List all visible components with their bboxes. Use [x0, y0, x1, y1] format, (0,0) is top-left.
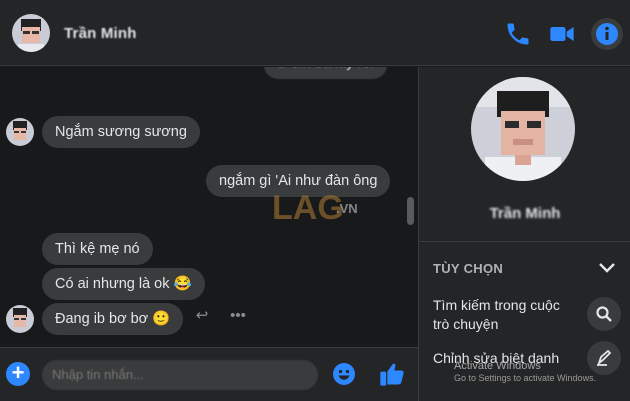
message-bubble-incoming[interactable]: Đang ib bơ bơ 🙂: [42, 303, 184, 335]
plus-icon[interactable]: +: [6, 362, 30, 386]
message-bubble-outgoing[interactable]: ừ em ba lay roi: [264, 67, 387, 79]
phone-icon[interactable]: [504, 20, 532, 48]
windows-activation-title: Activate Windows: [454, 360, 541, 372]
message-input[interactable]: Nhập tin nhắn...: [42, 360, 318, 390]
message-bubble-incoming[interactable]: Thì kệ mẹ nó: [42, 233, 153, 265]
emoji-icon[interactable]: [332, 362, 356, 386]
chat-header: Trần Minh: [0, 0, 630, 66]
profile-avatar[interactable]: [471, 77, 575, 181]
sender-avatar: [6, 118, 34, 146]
windows-activation-watermark: Activate Windows Go to Settings to activ…: [454, 360, 596, 384]
search-icon[interactable]: [587, 297, 621, 331]
message-bubble-incoming[interactable]: Ngắm sương sương: [42, 116, 200, 148]
options-section-title[interactable]: TÙY CHỌN: [433, 261, 503, 276]
chat-scrollbar[interactable]: [407, 197, 414, 225]
info-icon[interactable]: [591, 18, 623, 50]
contact-avatar[interactable]: [12, 14, 50, 52]
conversation-info-panel: Trần Minh TÙY CHỌN Tìm kiếm trong cuộc t…: [418, 67, 630, 401]
divider: [419, 241, 630, 242]
contact-name[interactable]: Trần Minh: [64, 25, 137, 42]
video-camera-icon[interactable]: [548, 20, 576, 48]
thumbs-up-icon[interactable]: [378, 360, 406, 388]
svg-text:.VN: .VN: [336, 201, 358, 216]
windows-activation-subtitle: Go to Settings to activate Windows.: [454, 373, 597, 383]
svg-text:LAG: LAG: [272, 189, 344, 227]
message-bubble-incoming[interactable]: Có ai nhưng là ok 😂: [42, 268, 205, 300]
reply-icon[interactable]: ↩: [192, 307, 212, 325]
message-composer: + Nhập tin nhắn...: [0, 347, 418, 401]
search-in-conversation-item[interactable]: Tìm kiếm trong cuộc trò chuyện: [433, 296, 573, 334]
more-icon[interactable]: •••: [228, 307, 248, 325]
profile-name: Trần Minh: [489, 205, 561, 222]
chevron-down-icon[interactable]: [597, 259, 617, 277]
sender-avatar: [6, 305, 34, 333]
lag-vn-logo: LAG .VN: [268, 183, 368, 229]
